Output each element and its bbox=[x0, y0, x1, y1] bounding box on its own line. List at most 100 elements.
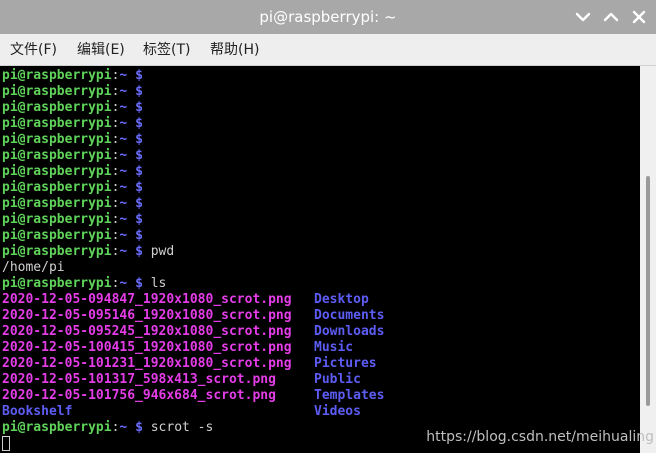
ls-row: 2020-12-05-095245_1920x1080_scrot.png Dow… bbox=[0, 324, 640, 340]
terminal-cursor bbox=[2, 436, 10, 451]
ls-dir-entry: Videos bbox=[314, 404, 361, 419]
ls-file-entry: 2020-12-05-094847_1920x1080_scrot.png bbox=[2, 292, 292, 307]
ls-dir-entry: Templates bbox=[314, 388, 385, 403]
pwd-output: /home/pi bbox=[2, 260, 65, 275]
minimize-button[interactable] bbox=[574, 8, 592, 26]
ls-row: 2020-12-05-101756_946x684_scrot.png Templ… bbox=[0, 388, 640, 404]
prompt-path: ~ bbox=[119, 148, 128, 163]
title-bar[interactable]: pi@raspberrypi: ~ bbox=[0, 0, 656, 34]
ls-row: 2020-12-05-101317_598x413_scrot.png Publi… bbox=[0, 372, 640, 388]
prompt-dollar: $ bbox=[135, 116, 143, 131]
prompt-dollar: $ bbox=[135, 212, 143, 227]
prompt-path: ~ bbox=[119, 100, 128, 115]
ls-dir-entry: Documents bbox=[314, 308, 385, 323]
prompt-path: ~ bbox=[119, 420, 128, 435]
prompt-user: pi@raspberrypi bbox=[2, 68, 112, 83]
prompt-line: pi@raspberrypi:~ $ bbox=[0, 164, 640, 180]
prompt-path: ~ bbox=[119, 164, 128, 179]
prompt-line: pi@raspberrypi:~ $ bbox=[0, 84, 640, 100]
ls-row: 2020-12-05-095146_1920x1080_scrot.png Doc… bbox=[0, 308, 640, 324]
prompt-dollar: $ bbox=[135, 68, 143, 83]
ls-row: Bookshelf Videos bbox=[0, 404, 640, 420]
command-text: scrot -s bbox=[150, 420, 214, 435]
prompt-dollar: $ bbox=[135, 164, 143, 179]
ls-dir-entry: Downloads bbox=[314, 324, 385, 339]
menu-edit[interactable]: 编辑(E) bbox=[77, 34, 125, 66]
prompt-user: pi@raspberrypi bbox=[2, 196, 112, 211]
prompt-path: ~ bbox=[119, 244, 128, 259]
prompt-user: pi@raspberrypi bbox=[2, 212, 112, 227]
ls-dir-entry: Desktop bbox=[314, 292, 369, 307]
prompt-dollar: $ bbox=[135, 100, 143, 115]
prompt-dollar: $ bbox=[135, 228, 143, 243]
prompt-line: pi@raspberrypi:~ $ bbox=[0, 196, 640, 212]
command-text: ls bbox=[150, 276, 167, 291]
close-button[interactable] bbox=[630, 8, 648, 26]
prompt-user: pi@raspberrypi bbox=[2, 116, 112, 131]
ls-file-entry: 2020-12-05-095146_1920x1080_scrot.png bbox=[2, 308, 292, 323]
ls-file-entry: 2020-12-05-101317_598x413_scrot.png bbox=[2, 372, 276, 387]
menu-file[interactable]: 文件(F) bbox=[10, 34, 57, 66]
command-text: pwd bbox=[150, 244, 175, 259]
ls-dir-entry: Public bbox=[314, 372, 361, 387]
prompt-path: ~ bbox=[119, 212, 128, 227]
prompt-line: pi@raspberrypi:~ $ bbox=[0, 212, 640, 228]
terminal-window: pi@raspberrypi: ~ 文件(F) 编辑(E) 标签(T) 帮助(H… bbox=[0, 0, 656, 453]
prompt-dollar: $ bbox=[135, 180, 143, 195]
scrollbar-thumb[interactable] bbox=[646, 176, 650, 406]
prompt-user: pi@raspberrypi bbox=[2, 228, 112, 243]
prompt-path: ~ bbox=[119, 84, 128, 99]
command-line: pi@raspberrypi:~ $ ls bbox=[0, 276, 640, 292]
ls-row: 2020-12-05-101231_1920x1080_scrot.png Pic… bbox=[0, 356, 640, 372]
prompt-dollar: $ bbox=[135, 244, 143, 259]
prompt-path: ~ bbox=[119, 116, 128, 131]
menu-tabs[interactable]: 标签(T) bbox=[143, 34, 190, 66]
prompt-line: pi@raspberrypi:~ $ bbox=[0, 180, 640, 196]
ls-row: 2020-12-05-094847_1920x1080_scrot.png Des… bbox=[0, 292, 640, 308]
prompt-path: ~ bbox=[119, 276, 128, 291]
maximize-button[interactable] bbox=[602, 8, 620, 26]
menu-bar: 文件(F) 编辑(E) 标签(T) 帮助(H) bbox=[0, 34, 656, 66]
prompt-dollar: $ bbox=[135, 420, 143, 435]
prompt-line: pi@raspberrypi:~ $ bbox=[0, 100, 640, 116]
terminal-output[interactable]: pi@raspberrypi:~ $ pi@raspberrypi:~ $ pi@r… bbox=[0, 66, 640, 453]
ls-dir-entry: Pictures bbox=[314, 356, 377, 371]
prompt-path: ~ bbox=[119, 68, 128, 83]
output-line: /home/pi bbox=[0, 260, 640, 276]
prompt-user: pi@raspberrypi bbox=[2, 180, 112, 195]
ls-file-entry: 2020-12-05-101756_946x684_scrot.png bbox=[2, 388, 276, 403]
prompt-dollar: $ bbox=[135, 276, 143, 291]
prompt-line: pi@raspberrypi:~ $ bbox=[0, 116, 640, 132]
prompt-line: pi@raspberrypi:~ $ bbox=[0, 68, 640, 84]
prompt-line: pi@raspberrypi:~ $ bbox=[0, 132, 640, 148]
prompt-line: pi@raspberrypi:~ $ bbox=[0, 148, 640, 164]
prompt-user: pi@raspberrypi bbox=[2, 276, 112, 291]
prompt-user: pi@raspberrypi bbox=[2, 100, 112, 115]
prompt-user: pi@raspberrypi bbox=[2, 148, 112, 163]
prompt-user: pi@raspberrypi bbox=[2, 164, 112, 179]
prompt-user: pi@raspberrypi bbox=[2, 420, 112, 435]
window-title: pi@raspberrypi: ~ bbox=[259, 8, 397, 26]
prompt-dollar: $ bbox=[135, 84, 143, 99]
ls-file-entry: 2020-12-05-100415_1920x1080_scrot.png bbox=[2, 340, 292, 355]
close-icon bbox=[630, 8, 648, 26]
ls-file-entry: 2020-12-05-101231_1920x1080_scrot.png bbox=[2, 356, 292, 371]
ls-dir-entry: Bookshelf bbox=[2, 404, 73, 419]
prompt-path: ~ bbox=[119, 180, 128, 195]
ls-row: 2020-12-05-100415_1920x1080_scrot.png Mus… bbox=[0, 340, 640, 356]
prompt-user: pi@raspberrypi bbox=[2, 84, 112, 99]
prompt-path: ~ bbox=[119, 228, 128, 243]
watermark: https://blog.csdn.net/meihualing bbox=[426, 429, 654, 445]
prompt-path: ~ bbox=[119, 132, 128, 147]
prompt-user: pi@raspberrypi bbox=[2, 244, 112, 259]
prompt-dollar: $ bbox=[135, 148, 143, 163]
prompt-user: pi@raspberrypi bbox=[2, 132, 112, 147]
ls-file-entry: 2020-12-05-095245_1920x1080_scrot.png bbox=[2, 324, 292, 339]
prompt-path: ~ bbox=[119, 196, 128, 211]
prompt-line: pi@raspberrypi:~ $ bbox=[0, 228, 640, 244]
prompt-dollar: $ bbox=[135, 132, 143, 147]
prompt-dollar: $ bbox=[135, 196, 143, 211]
menu-help[interactable]: 帮助(H) bbox=[210, 34, 259, 66]
scrollbar[interactable] bbox=[640, 66, 656, 453]
ls-dir-entry: Music bbox=[314, 340, 354, 355]
